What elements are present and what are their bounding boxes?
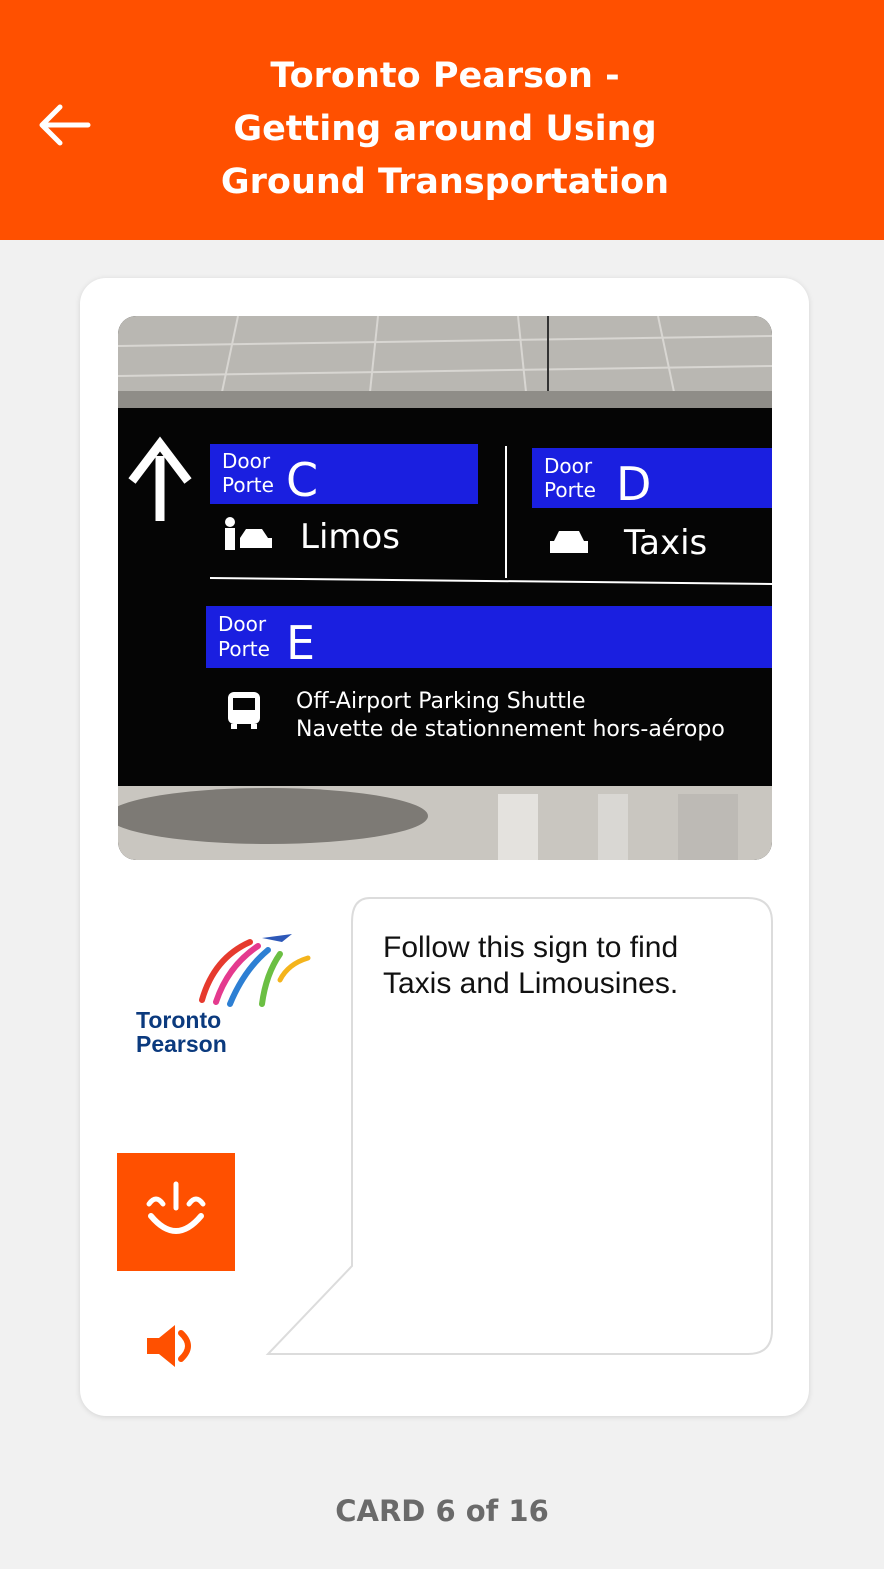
- door-c-letter: C: [286, 453, 318, 507]
- flash-card: Door Porte C Door Porte D Limos Taxis Do…: [80, 278, 809, 1416]
- page-title-line-3: Ground Transportation: [220, 162, 670, 202]
- card-message: Follow this sign to find Taxis and Limou…: [383, 931, 679, 1000]
- door-e-fr: Porte: [218, 637, 270, 661]
- door-c-en: Door: [222, 449, 271, 473]
- door-e-letter: E: [286, 616, 315, 670]
- smile-face-icon: [146, 1181, 206, 1234]
- bus-icon: [228, 692, 260, 729]
- door-c-fr: Porte: [222, 473, 274, 497]
- sign-photo: Door Porte C Door Porte D Limos Taxis Do…: [118, 316, 772, 860]
- page-title: Toronto Pearson - Getting around Using G…: [150, 50, 740, 209]
- door-d-letter: D: [616, 457, 651, 511]
- page-title-line-2: Getting around Using: [233, 109, 657, 149]
- arrow-left-icon: [39, 104, 91, 146]
- shuttle-line-1: Off-Airport Parking Shuttle: [296, 689, 586, 714]
- door-e-en: Door: [218, 612, 267, 636]
- back-button[interactable]: [30, 90, 100, 160]
- limos-label: Limos: [300, 517, 400, 557]
- door-d-fr: Porte: [544, 478, 596, 502]
- logo-text: Toronto Pearson: [136, 1008, 227, 1056]
- taxis-label: Taxis: [623, 523, 707, 563]
- page-title-line-1: Toronto Pearson -: [270, 56, 620, 96]
- play-audio-button[interactable]: [145, 1318, 201, 1374]
- logo-line-2: Pearson: [136, 1031, 227, 1057]
- logo-line-1: Toronto: [136, 1007, 222, 1033]
- app-brand-logo: [117, 1153, 235, 1271]
- card-counter: CARD 6 of 16: [335, 1494, 549, 1528]
- speaker-icon: [147, 1325, 191, 1367]
- app-header: Toronto Pearson - Getting around Using G…: [0, 0, 884, 240]
- door-d-en: Door: [544, 454, 593, 478]
- shuttle-line-2: Navette de stationnement hors-aéropo: [296, 717, 725, 742]
